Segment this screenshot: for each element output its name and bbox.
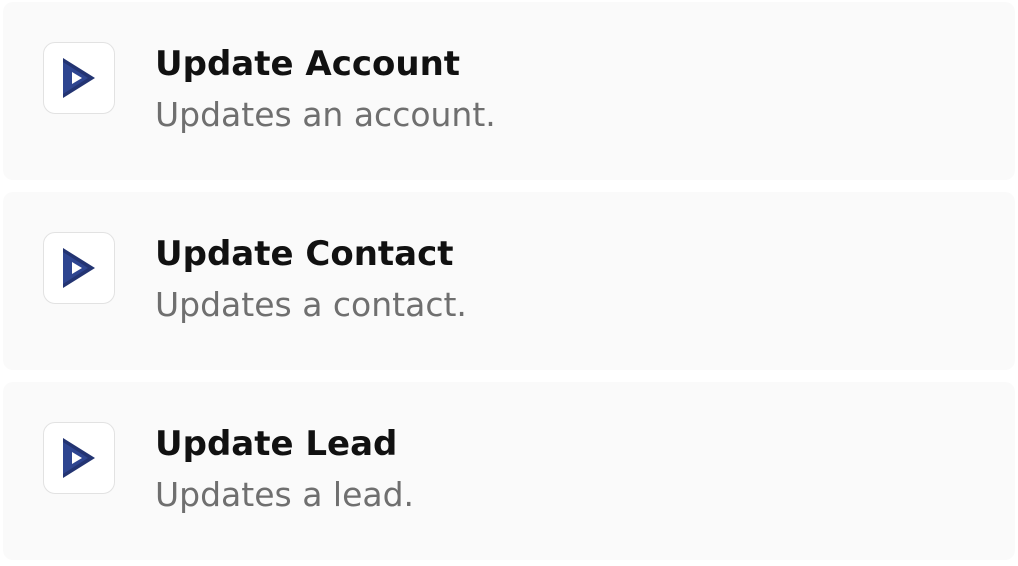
action-description: Updates a contact. xyxy=(155,285,467,324)
action-description: Updates a lead. xyxy=(155,475,415,514)
action-list: Update Account Updates an account. Updat… xyxy=(3,2,1015,560)
dynamics-logo-icon xyxy=(63,58,95,98)
action-title: Update Account xyxy=(155,44,461,84)
action-card-update-contact[interactable]: Update Contact Updates a contact. xyxy=(3,192,1015,370)
action-card-update-lead[interactable]: Update Lead Updates a lead. xyxy=(3,382,1015,560)
dynamics-logo-icon xyxy=(63,438,95,478)
dynamics-logo-icon xyxy=(63,248,95,288)
action-description: Updates an account. xyxy=(155,95,496,134)
action-card-update-account[interactable]: Update Account Updates an account. xyxy=(3,2,1015,180)
app-icon-container xyxy=(43,422,115,494)
app-icon-container xyxy=(43,232,115,304)
action-title: Update Contact xyxy=(155,234,454,274)
app-icon-container xyxy=(43,42,115,114)
action-title: Update Lead xyxy=(155,424,398,464)
